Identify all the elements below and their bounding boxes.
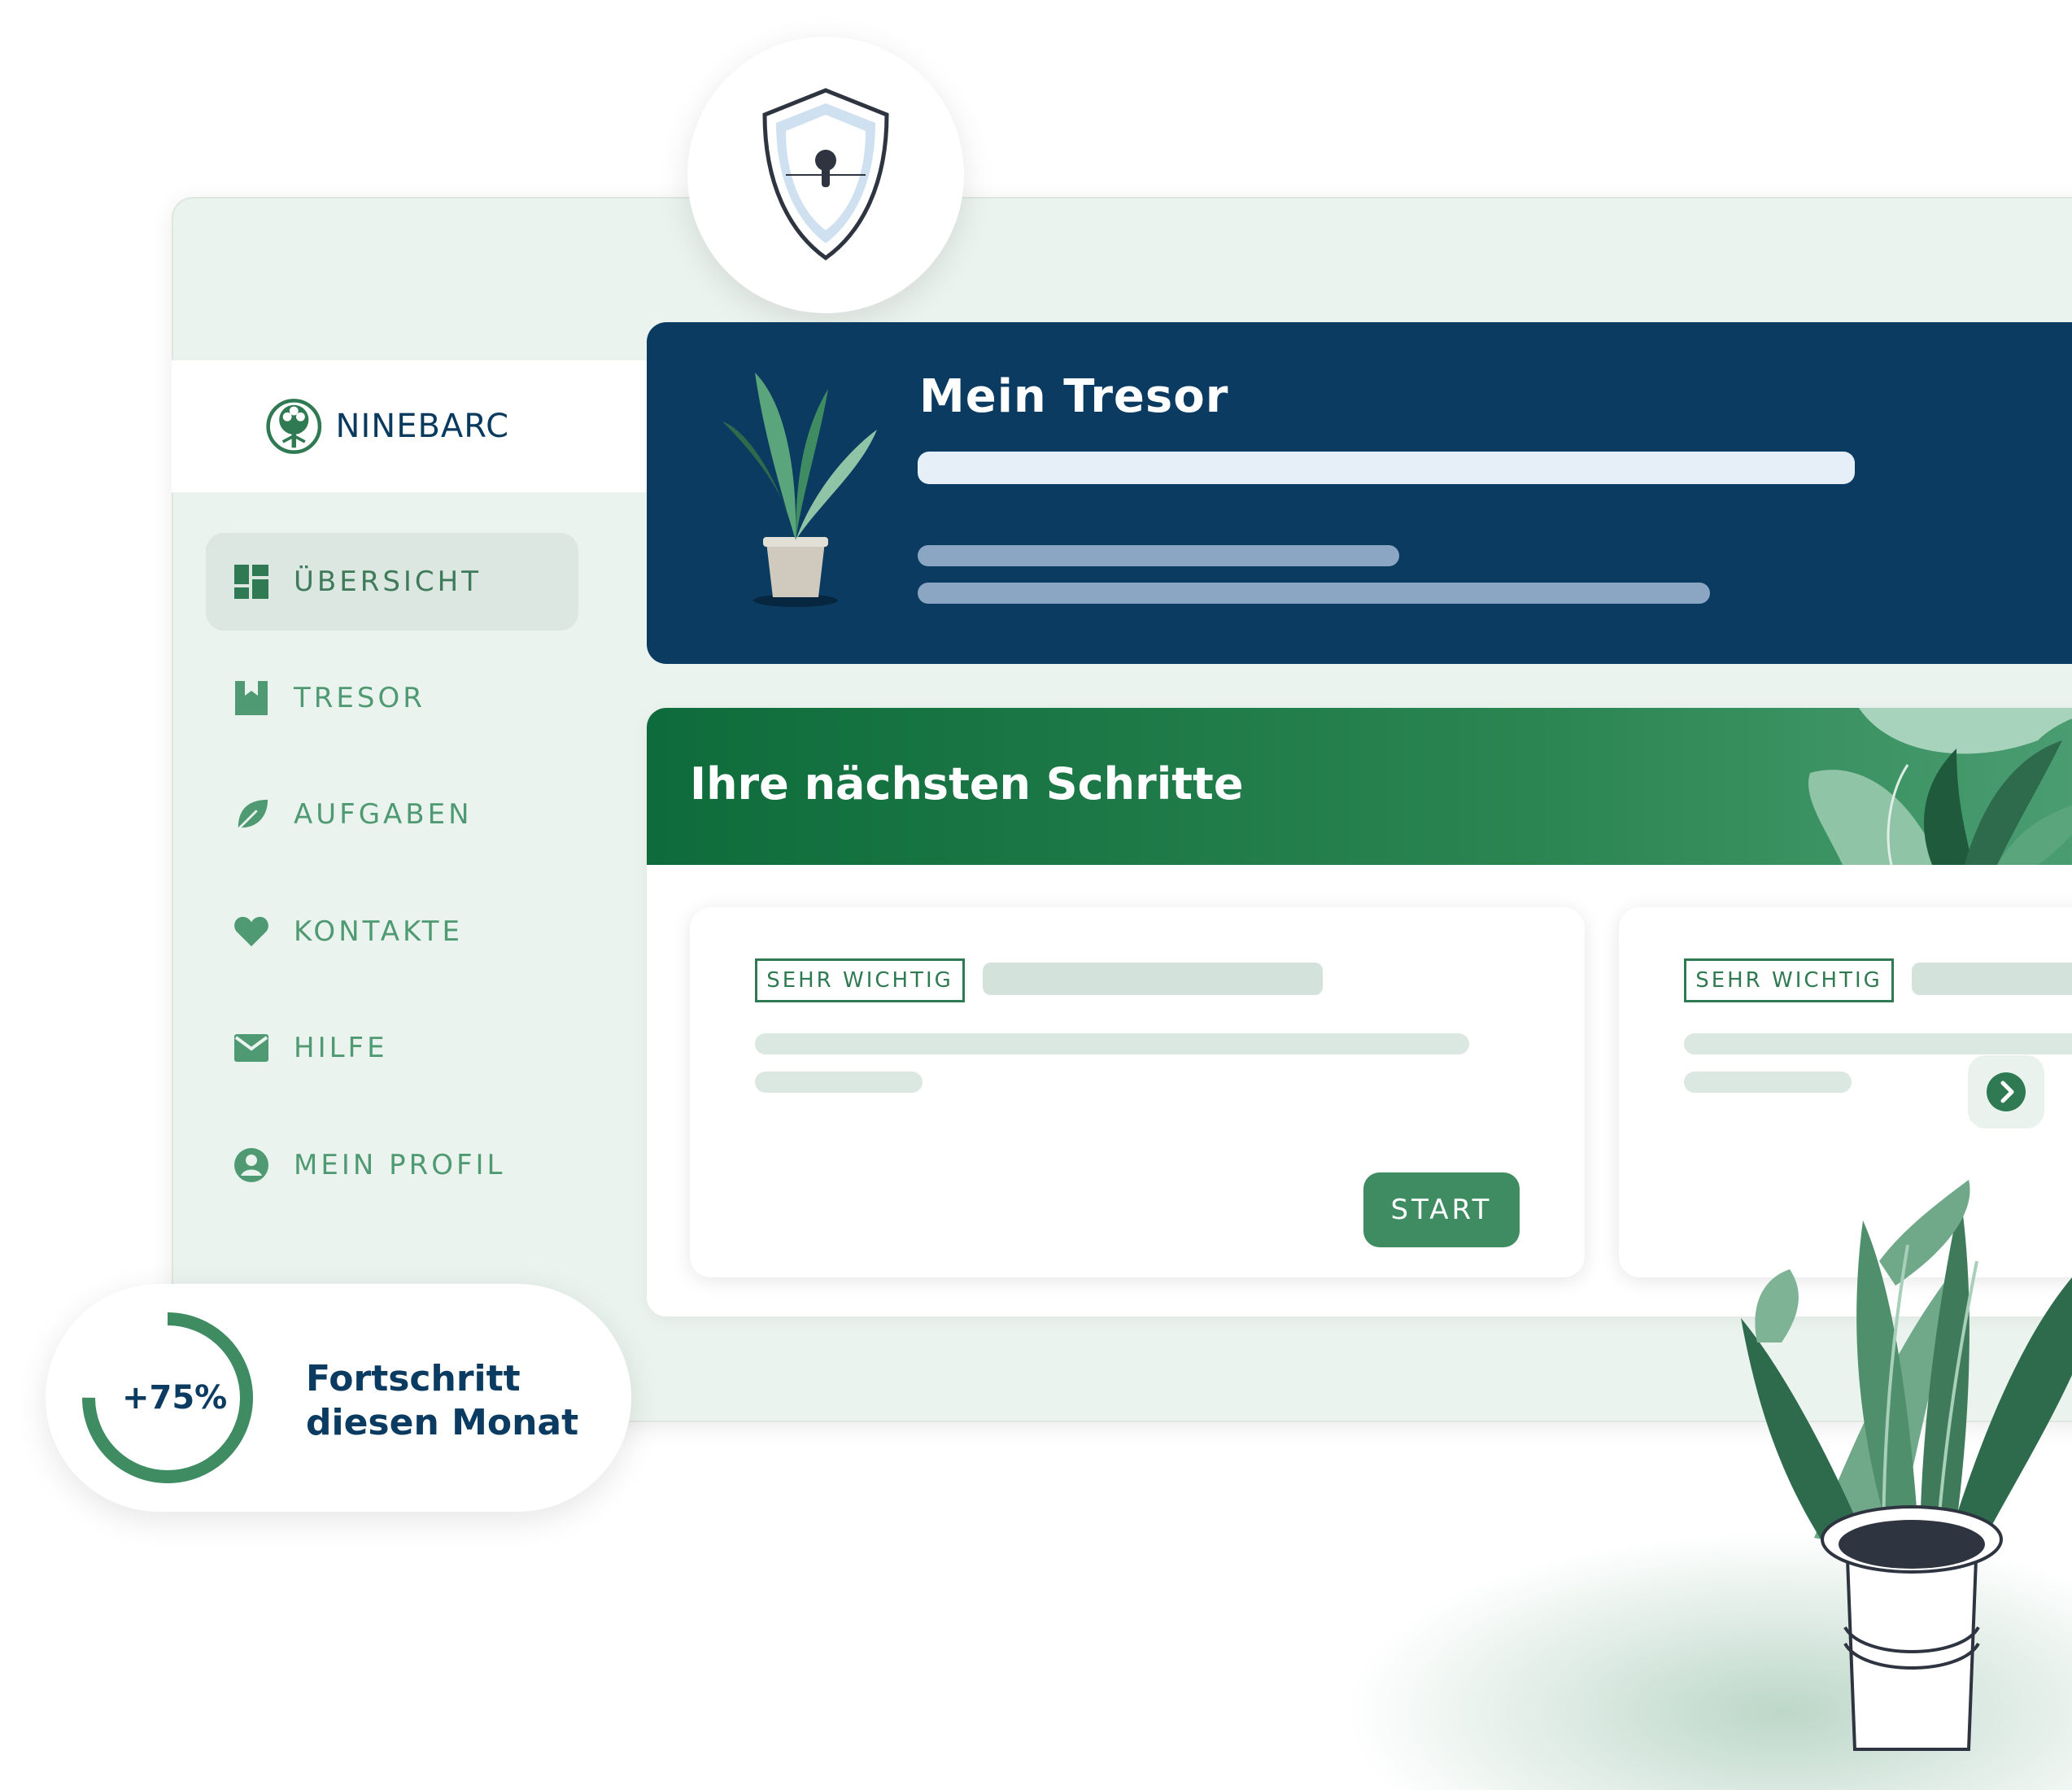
next-steps-title: Ihre nächsten Schritte: [690, 758, 1244, 810]
sidebar-item-hilfe[interactable]: HILFE: [206, 999, 578, 1097]
user-icon: [233, 1147, 269, 1183]
sidebar-item-kontakte[interactable]: KONTAKTE: [206, 883, 578, 980]
sidebar-item-label: HILFE: [294, 1032, 388, 1064]
text-placeholder-bar: [755, 1033, 1469, 1054]
priority-tag: SEHR WICHTIG: [755, 958, 965, 1002]
text-placeholder-bar: [1912, 963, 2072, 995]
brand-logo[interactable]: NINEBARC: [265, 394, 509, 459]
text-placeholder-bar: [1684, 1033, 2072, 1054]
next-steps-header: Ihre nächsten Schritte: [647, 708, 2072, 865]
text-placeholder-bar: [755, 1072, 923, 1093]
envelope-icon: [233, 1030, 269, 1066]
sidebar-item-label: MEIN PROFIL: [294, 1149, 506, 1181]
sidebar-item-aufgaben[interactable]: AUFGABEN: [206, 766, 578, 863]
foliage-illustration: [1808, 708, 2072, 865]
sidebar-item-tresor[interactable]: TRESOR: [206, 649, 578, 747]
shield-lock-icon: [762, 88, 889, 261]
sidebar-item-label: TRESOR: [294, 682, 425, 714]
dashboard-icon: [233, 564, 269, 600]
heart-icon: [233, 914, 269, 950]
brand-name: NINEBARC: [335, 408, 509, 445]
potted-plant-illustration: [1741, 1180, 2072, 1751]
plant-illustration: [722, 373, 877, 607]
text-placeholder-bar: [983, 963, 1323, 995]
sidebar-item-label: ÜBERSICHT: [294, 565, 482, 598]
task-card[interactable]: SEHR WICHTIG START: [690, 907, 1585, 1277]
progress-label: Fortschritt diesen Monat: [306, 1358, 579, 1443]
bookmark-icon: [233, 680, 269, 716]
security-badge: [687, 37, 964, 313]
priority-tag: SEHR WICHTIG: [1684, 958, 1894, 1002]
progress-value: +75%: [122, 1379, 228, 1417]
text-placeholder-bar: [918, 452, 1855, 484]
tresor-title: Mein Tresor: [919, 370, 1229, 423]
text-placeholder-bar: [918, 583, 1710, 604]
text-placeholder-bar: [1684, 1072, 1852, 1093]
sidebar-item-label: KONTAKTE: [294, 915, 463, 948]
sidebar-item-label: AUFGABEN: [294, 798, 473, 831]
sidebar-item-uebersicht[interactable]: ÜBERSICHT: [206, 533, 578, 631]
leaf-icon: [233, 797, 269, 832]
text-placeholder-bar: [918, 545, 1399, 566]
tree-logo-icon: [266, 399, 322, 454]
sidebar-item-mein-profil[interactable]: MEIN PROFIL: [206, 1116, 578, 1214]
start-button[interactable]: START: [1363, 1172, 1520, 1247]
